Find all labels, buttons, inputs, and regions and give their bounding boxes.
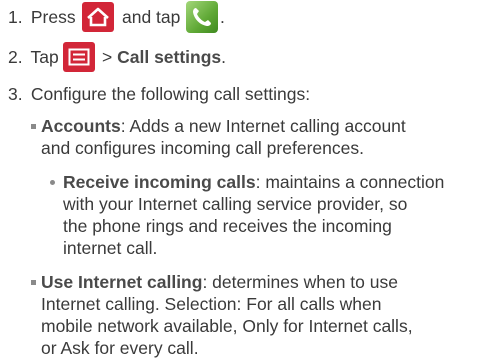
receive-text: : maintains a connection — [255, 172, 445, 192]
use-internet-text: Internet calling. Selection: For all cal… — [41, 294, 382, 314]
bullet-use-internet: Use Internet calling: determines when to… — [31, 271, 398, 293]
instructions-page: 1. Press and tap . 2. Tap > Call setting… — [0, 0, 487, 362]
square-bullet-icon — [31, 124, 36, 129]
use-internet-label: Use Internet calling — [41, 272, 203, 292]
receive-text: the phone rings and receives the incomin… — [63, 216, 392, 236]
receive-text: internet call. — [63, 238, 158, 258]
step-1-end: . — [220, 6, 225, 28]
step-number: 2. — [8, 47, 23, 67]
step-text: Configure the following call settings: — [30, 84, 311, 104]
greater-than: > — [102, 47, 113, 67]
period: . — [220, 7, 225, 27]
bullet-receive: Receive incoming calls: maintains a conn… — [50, 171, 444, 193]
accounts-text: : Adds a new Internet calling account — [120, 116, 406, 136]
use-internet-text: mobile network available, Only for Inter… — [41, 316, 413, 336]
accounts-label: Accounts — [41, 116, 121, 136]
receive-text: with your Internet calling service provi… — [63, 194, 408, 214]
bullet-accounts: Accounts: Adds a new Internet calling ac… — [31, 115, 406, 137]
accounts-text: and configures incoming call preferences… — [41, 138, 364, 158]
step-text: and tap — [122, 7, 181, 27]
period: . — [221, 47, 227, 67]
accounts-line-2: and configures incoming call preferences… — [41, 137, 364, 159]
step-1-cont: and tap — [122, 6, 180, 28]
receive-line-4: internet call. — [63, 237, 157, 259]
use-internet-text: : determines when to use — [202, 272, 398, 292]
menu-icon — [63, 42, 95, 72]
receive-line-2: with your Internet calling service provi… — [63, 193, 407, 215]
call-settings-label: Call settings — [117, 47, 222, 67]
step-1: 1. Press — [8, 6, 76, 28]
phone-icon — [186, 1, 218, 33]
use-internet-text: or Ask for every call. — [41, 338, 199, 358]
use-internet-line-2: Internet calling. Selection: For all cal… — [41, 293, 381, 315]
step-2: 2. Tap — [8, 46, 59, 68]
step-3: 3. Configure the following call settings… — [8, 83, 310, 105]
step-text: Tap — [30, 47, 59, 67]
step-text: Press — [30, 7, 76, 27]
square-bullet-icon — [31, 280, 36, 285]
use-internet-line-3: mobile network available, Only for Inter… — [41, 315, 413, 337]
use-internet-line-4: or Ask for every call. — [41, 337, 199, 359]
step-number: 3. — [8, 84, 23, 104]
receive-label: Receive incoming calls — [63, 172, 256, 192]
step-number: 1. — [8, 7, 23, 27]
round-bullet-icon — [50, 180, 55, 185]
step-2-cont: > Call settings. — [102, 46, 226, 68]
home-icon — [82, 2, 114, 32]
receive-line-3: the phone rings and receives the incomin… — [63, 215, 392, 237]
